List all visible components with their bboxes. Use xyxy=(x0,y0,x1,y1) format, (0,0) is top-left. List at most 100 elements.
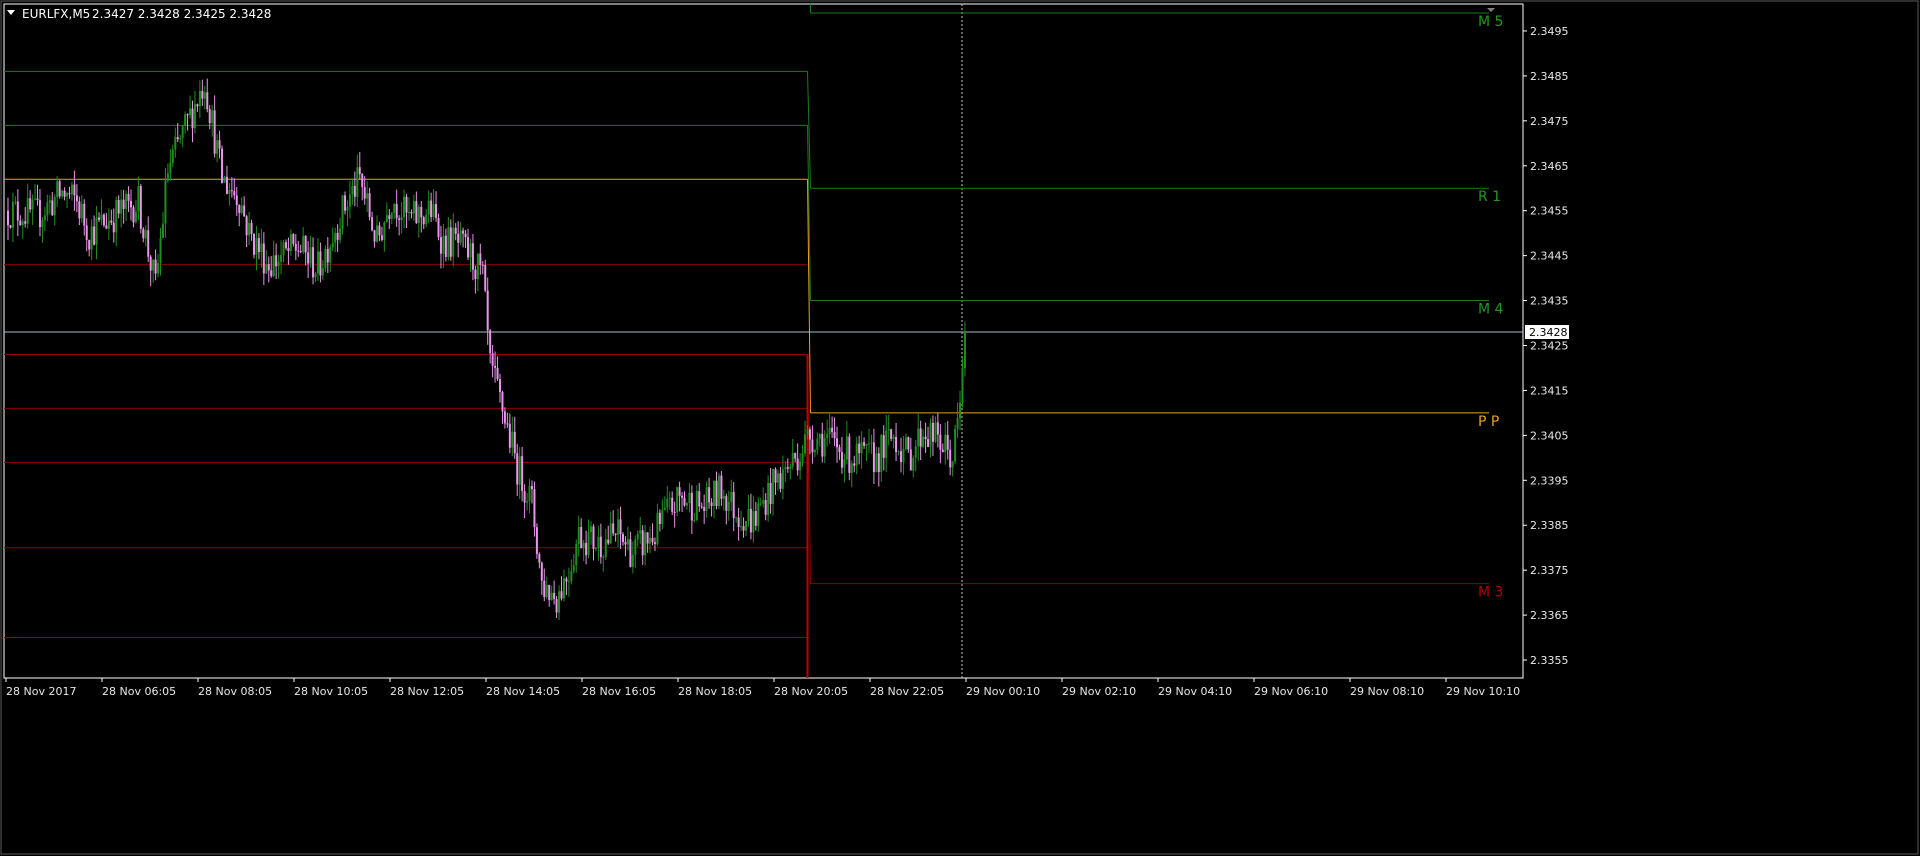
candle xyxy=(882,425,885,471)
candle-body xyxy=(122,199,125,210)
candle xyxy=(629,531,632,568)
candle-body xyxy=(422,217,425,225)
candle-body xyxy=(457,233,460,243)
candle-body xyxy=(560,591,563,599)
candle-body xyxy=(24,221,27,224)
candle xyxy=(904,433,907,451)
candle xyxy=(479,243,482,275)
candle xyxy=(471,234,474,281)
candle-body xyxy=(403,196,406,218)
candle xyxy=(767,475,770,522)
candle-body xyxy=(326,248,329,263)
candle xyxy=(538,552,541,569)
candle xyxy=(132,205,135,228)
price-chart[interactable]: M 5 R 1 M 4 P P M 3 2.3495 2.3485 2.3475 2.3465… xyxy=(0,0,1920,856)
candle-body xyxy=(725,496,728,511)
candle xyxy=(585,530,588,565)
candle-body xyxy=(353,185,356,197)
candle-body xyxy=(941,449,944,453)
candle xyxy=(639,516,642,544)
candle-body xyxy=(36,198,39,200)
candle-body xyxy=(157,262,160,274)
candle-body xyxy=(587,532,590,556)
triangle-down-icon[interactable] xyxy=(7,10,15,15)
candle xyxy=(235,187,238,216)
candle-body xyxy=(553,592,556,600)
candle xyxy=(821,422,824,463)
candle-body xyxy=(590,526,593,533)
candle-body xyxy=(245,216,248,236)
candle xyxy=(348,180,351,219)
candle xyxy=(459,221,462,246)
candle xyxy=(339,217,342,244)
candle-body xyxy=(720,475,723,499)
candle xyxy=(653,537,656,552)
level-label: P P xyxy=(1478,414,1499,430)
candle xyxy=(147,216,150,262)
candle-body xyxy=(7,210,9,226)
candle-body xyxy=(186,114,189,116)
candle-body xyxy=(255,238,258,255)
candle-body xyxy=(46,202,49,216)
candle xyxy=(956,402,959,438)
candle xyxy=(895,422,898,462)
y-tick-label: 2.3435 xyxy=(1530,295,1569,308)
candle-body xyxy=(535,527,538,555)
candle xyxy=(666,485,669,513)
candle-body xyxy=(794,453,797,459)
candle xyxy=(489,328,492,364)
candle-body xyxy=(319,251,322,276)
candle xyxy=(826,419,829,447)
candle xyxy=(624,536,627,557)
candle-body xyxy=(811,439,814,453)
candle xyxy=(100,199,103,225)
candle xyxy=(745,520,747,537)
candle xyxy=(671,491,674,516)
candle-body xyxy=(757,503,760,526)
candle-body xyxy=(284,242,287,248)
candle xyxy=(366,181,369,213)
chart-window[interactable]: M 5 R 1 M 4 P P M 3 2.3495 2.3485 2.3475 2.3465… xyxy=(0,0,1920,856)
candle-body xyxy=(944,434,947,453)
candle-body xyxy=(432,204,435,218)
candle-body xyxy=(609,523,612,544)
candle-body xyxy=(376,225,378,242)
candle xyxy=(53,194,56,226)
candle xyxy=(759,497,762,507)
candle-body xyxy=(774,469,777,483)
candle-body xyxy=(412,201,415,214)
candle xyxy=(98,212,101,223)
candle xyxy=(275,243,278,280)
candle xyxy=(120,189,123,228)
window-border xyxy=(0,0,1919,855)
candle xyxy=(931,415,934,456)
candle-body xyxy=(439,237,442,254)
candle-body xyxy=(617,519,620,535)
candle xyxy=(941,443,944,453)
candle-body xyxy=(540,562,543,581)
candle-body xyxy=(459,230,462,243)
candle xyxy=(346,200,349,227)
candle-body xyxy=(887,429,890,431)
candle-body xyxy=(134,211,137,223)
chart-header: EURLFX,M5 2.3427 2.3428 2.3425 2.3428 xyxy=(7,7,271,21)
candle-body xyxy=(378,225,381,236)
candle-body xyxy=(243,205,246,217)
candle xyxy=(713,480,716,519)
candle-body xyxy=(464,233,467,238)
candle xyxy=(722,489,725,511)
candle xyxy=(250,219,253,241)
candle xyxy=(405,194,408,229)
candle-body xyxy=(666,498,669,508)
candle-body xyxy=(607,539,610,544)
candle-body xyxy=(735,517,738,519)
candle-body xyxy=(149,256,152,271)
candle xyxy=(690,485,693,534)
candle xyxy=(51,192,54,217)
candle xyxy=(31,194,34,225)
candle xyxy=(885,414,888,472)
candle-body xyxy=(223,176,226,183)
candle xyxy=(312,237,315,285)
x-tick-label: 28 Nov 08:05 xyxy=(198,685,272,698)
candle xyxy=(88,239,91,257)
